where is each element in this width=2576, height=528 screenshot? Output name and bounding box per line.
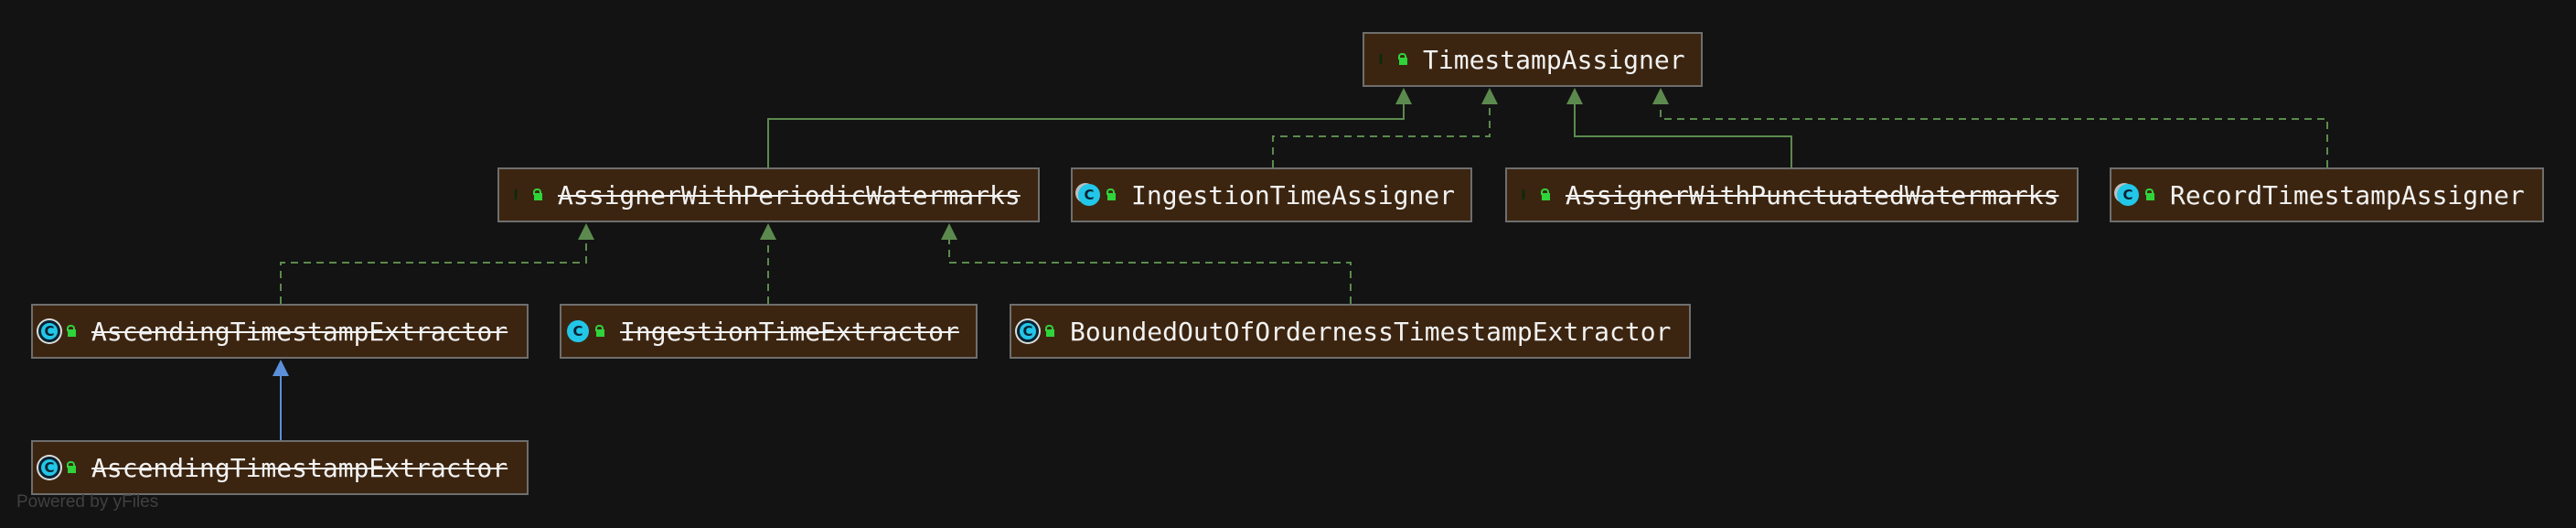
arrowhead [941, 223, 957, 240]
edge-bounded-out-of-orderness-timestamp-extractor-to-assigner-with-periodic-watermarks [948, 240, 1352, 304]
node-bounded-out-of-orderness-timestamp-extractor[interactable]: C BoundedOutOfOrdernessTimestampExtracto… [1010, 304, 1691, 359]
node-label: TimestampAssigner [1423, 44, 1685, 75]
node-timestamp-assigner[interactable]: I TimestampAssigner [1363, 32, 1703, 87]
final-class-icon: C [2117, 184, 2139, 206]
interface-icon: I [513, 187, 518, 203]
arrowhead [578, 223, 594, 240]
node-assigner-with-punctuated-watermarks[interactable]: I AssignerWithPunctuatedWatermarks [1505, 167, 2079, 222]
public-lock-icon [1044, 325, 1055, 337]
node-assigner-with-periodic-watermarks[interactable]: I AssignerWithPeriodicWatermarks [497, 167, 1040, 222]
diagram-canvas: I TimestampAssigner I AssignerWithPeriod… [0, 0, 2576, 528]
public-lock-icon [1397, 53, 1408, 65]
public-lock-icon [1540, 189, 1551, 200]
node-label: AscendingTimestampExtractor [91, 316, 508, 347]
arrowhead [1481, 88, 1498, 104]
public-lock-icon [1106, 189, 1117, 200]
edge-ascending-timestamp-extractor-api-to-assigner-with-periodic-watermarks [280, 240, 587, 304]
public-lock-icon [594, 325, 605, 337]
node-ascending-timestamp-extractor-legacy[interactable]: C AscendingTimestampExtractor [31, 440, 529, 495]
arrowhead [273, 360, 289, 376]
class-icon: C [567, 320, 589, 342]
abstract-class-icon: C [38, 320, 60, 342]
arrowhead [1566, 88, 1583, 104]
arrowhead [760, 223, 776, 240]
node-label: AscendingTimestampExtractor [91, 452, 508, 483]
node-label: AssignerWithPunctuatedWatermarks [1566, 179, 2059, 210]
powered-by-footer: Powered by yFiles [16, 492, 159, 512]
node-label: RecordTimestampAssigner [2170, 179, 2525, 210]
node-ingestion-time-extractor[interactable]: C IngestionTimeExtractor [560, 304, 978, 359]
node-label: IngestionTimeExtractor [620, 316, 959, 347]
edge-assigner-with-punctuated-watermarks-to-timestamp-assigner [1574, 104, 1792, 167]
interface-icon: I [1378, 51, 1384, 68]
arrowhead [1652, 88, 1669, 104]
node-record-timestamp-assigner[interactable]: C RecordTimestampAssigner [2110, 167, 2544, 222]
node-label: IngestionTimeAssigner [1131, 179, 1456, 210]
node-ascending-timestamp-extractor[interactable]: C AscendingTimestampExtractor [31, 304, 529, 359]
node-ingestion-time-assigner[interactable]: C IngestionTimeAssigner [1071, 167, 1472, 222]
public-lock-icon [2144, 189, 2155, 200]
final-class-icon: C [1078, 184, 1100, 206]
node-label: BoundedOutOfOrdernessTimestampExtractor [1070, 316, 1672, 347]
public-lock-icon [66, 325, 77, 337]
abstract-class-icon: C [38, 457, 60, 479]
public-lock-icon [66, 461, 77, 473]
edge-ingestion-time-assigner-to-timestamp-assigner [1272, 104, 1491, 167]
node-label: AssignerWithPeriodicWatermarks [558, 179, 1021, 210]
abstract-class-icon: C [1017, 320, 1039, 342]
public-lock-icon [532, 189, 543, 200]
arrowhead [1395, 88, 1412, 104]
interface-icon: I [1521, 187, 1526, 203]
